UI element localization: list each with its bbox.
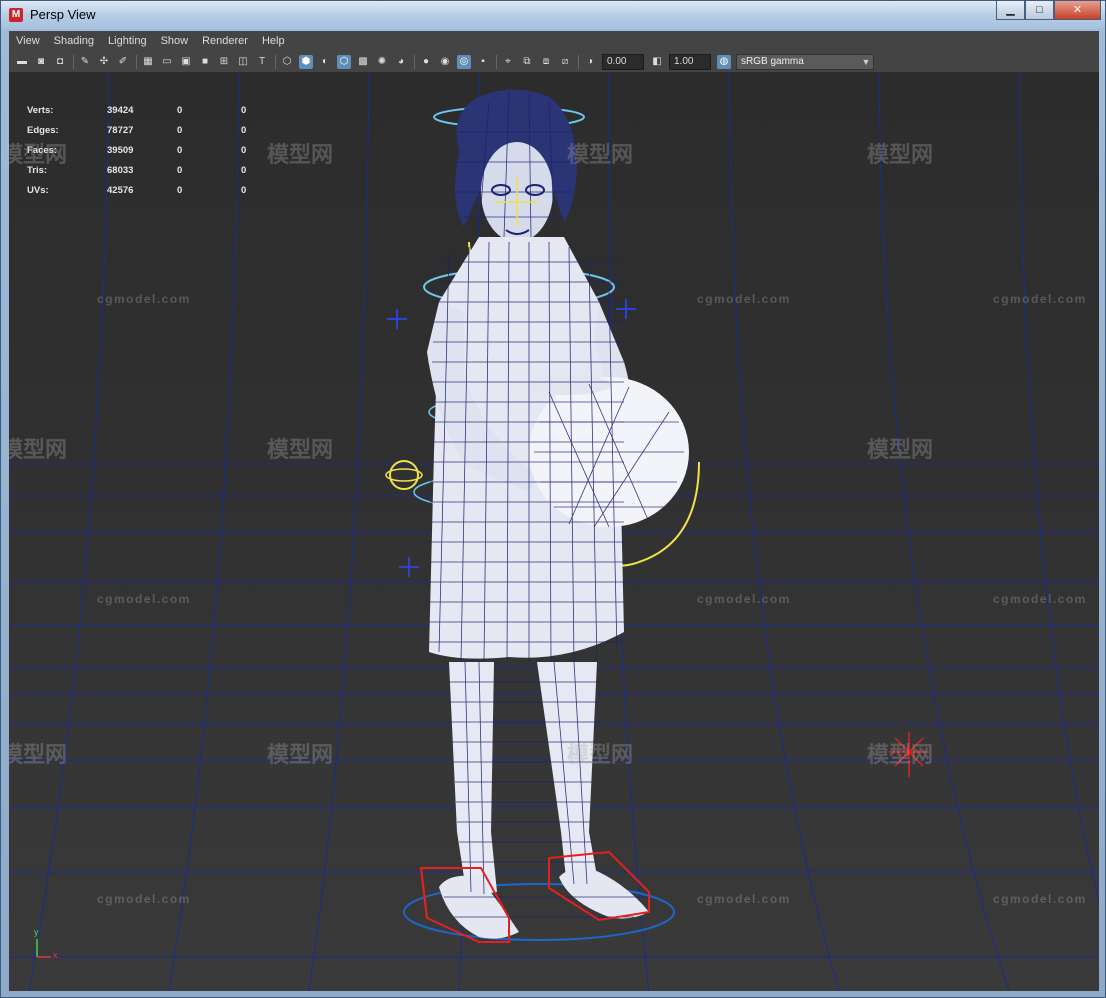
menu-shading[interactable]: Shading	[47, 31, 101, 52]
camera-attributes-icon[interactable]: ◙	[34, 55, 48, 69]
watermark-text: cgmodel.com	[993, 292, 1087, 306]
persp-viewport[interactable]: Verts: 39424 0 0 Edges: 78727 0 0 Faces:…	[9, 72, 1099, 991]
window-title: Persp View	[30, 7, 96, 22]
motion-blur-icon[interactable]: ◉	[438, 55, 452, 69]
grid-icon[interactable]: ▦	[141, 55, 155, 69]
default-material-icon[interactable]: ◐	[318, 55, 332, 69]
menu-view[interactable]: View	[9, 31, 47, 52]
watermark-logo: 模型网	[867, 742, 934, 767]
watermark-text: cgmodel.com	[993, 892, 1087, 906]
toolbar-divider	[578, 55, 579, 69]
watermark-text: cgmodel.com	[993, 592, 1087, 606]
shadows-icon[interactable]: ◕	[394, 55, 408, 69]
multisample-aa-icon[interactable]: ◎	[457, 55, 471, 69]
chevron-down-icon: ▼	[861, 57, 871, 67]
menu-show[interactable]: Show	[154, 31, 196, 52]
film-gate-icon[interactable]: ▭	[160, 55, 174, 69]
pole-vector-controller[interactable]	[389, 460, 419, 490]
watermark-logo: 模型网	[567, 742, 634, 767]
hud-row-uvs: UVs: 42576 0 0	[27, 184, 247, 196]
toolbar-divider	[496, 55, 497, 69]
exposure-icon[interactable]: ◑	[583, 55, 597, 69]
exposure-field[interactable]: 0.00	[602, 54, 644, 70]
gamma-field[interactable]: 1.00	[669, 54, 711, 70]
panel-toolbar: ▬ ◙ ◘ ✎ ✣ ✐ ▦ ▭ ▣ ■ ⊞ ◫ T ⬡ ⬢ ◐ ⬡ ▩ ✺ ◕ …	[9, 52, 1099, 72]
watermark-text: cgmodel.com	[697, 892, 791, 906]
toolbar-divider	[136, 55, 137, 69]
xray-joints-icon[interactable]: ⧈	[539, 55, 553, 69]
xray-icon[interactable]: ⧉	[520, 55, 534, 69]
watermark-text: cgmodel.com	[97, 892, 191, 906]
viewport-scene	[9, 72, 1099, 991]
menu-lighting[interactable]: Lighting	[101, 31, 154, 52]
watermark-logo: 模型网	[867, 437, 934, 462]
safe-action-icon[interactable]: ◫	[236, 55, 250, 69]
watermark-logo: 模型网	[267, 742, 334, 767]
image-plane-icon[interactable]: ✎	[78, 55, 92, 69]
title-bar[interactable]: M Persp View ▁ □ ✕	[1, 1, 1105, 29]
panel-client: View Shading Lighting Show Renderer Help…	[9, 31, 1099, 991]
maya-app-icon: M	[9, 8, 23, 22]
watermark-text: cgmodel.com	[697, 292, 791, 306]
watermark-logo: 模型网	[9, 437, 68, 462]
bookmarks-icon[interactable]: ◘	[53, 55, 67, 69]
view-transform-value: sRGB gamma	[741, 56, 804, 67]
watermark-logo: 模型网	[267, 142, 334, 167]
watermark-logo: 模型网	[9, 142, 68, 167]
field-chart-icon[interactable]: ⊞	[217, 55, 231, 69]
toolbar-divider	[275, 55, 276, 69]
depth-of-field-icon[interactable]: ▪	[476, 55, 490, 69]
wireframe-on-shaded-icon[interactable]: ⬡	[337, 55, 351, 69]
maya-window: M Persp View ▁ □ ✕ View Shading Lighting…	[0, 0, 1106, 998]
xray-active-icon[interactable]: ⧄	[558, 55, 572, 69]
menu-help[interactable]: Help	[255, 31, 292, 52]
hud-row-verts: Verts: 39424 0 0	[27, 104, 247, 116]
close-button[interactable]: ✕	[1054, 1, 1101, 20]
gamma-icon[interactable]: ◧	[650, 55, 664, 69]
view-axis-gizmo: y x	[31, 927, 61, 963]
safe-title-icon[interactable]: T	[255, 55, 269, 69]
watermark-logo: 模型网	[9, 742, 68, 767]
two-d-pan-icon[interactable]: ✣	[97, 55, 111, 69]
watermark-logo: 模型网	[267, 437, 334, 462]
maximize-button[interactable]: □	[1025, 1, 1054, 20]
wireframe-icon[interactable]: ⬡	[280, 55, 294, 69]
grease-pencil-icon[interactable]: ✐	[116, 55, 130, 69]
axis-x-label: x	[53, 950, 58, 960]
axis-y-label: y	[34, 927, 39, 937]
isolate-select-icon[interactable]: ⌖	[501, 55, 515, 69]
use-lights-icon[interactable]: ✺	[375, 55, 389, 69]
smooth-shade-icon[interactable]: ⬢	[299, 55, 313, 69]
toolbar-divider	[414, 55, 415, 69]
panel-menu-bar: View Shading Lighting Show Renderer Help	[9, 31, 1099, 52]
minimize-button[interactable]: ▁	[996, 1, 1025, 20]
select-camera-icon[interactable]: ▬	[15, 55, 29, 69]
watermark-logo: 模型网	[867, 142, 934, 167]
gate-mask-icon[interactable]: ■	[198, 55, 212, 69]
toolbar-divider	[73, 55, 74, 69]
screen-space-ao-icon[interactable]: ●	[419, 55, 433, 69]
view-transform-select[interactable]: sRGB gamma ▼	[736, 54, 874, 70]
watermark-logo: 模型网	[567, 142, 634, 167]
color-management-icon[interactable]: ◍	[717, 55, 731, 69]
watermark-text: cgmodel.com	[97, 592, 191, 606]
textured-icon[interactable]: ▩	[356, 55, 370, 69]
menu-renderer[interactable]: Renderer	[195, 31, 255, 52]
resolution-gate-icon[interactable]: ▣	[179, 55, 193, 69]
watermark-text: cgmodel.com	[97, 292, 191, 306]
watermark-text: cgmodel.com	[697, 592, 791, 606]
window-controls: ▁ □ ✕	[996, 1, 1101, 21]
